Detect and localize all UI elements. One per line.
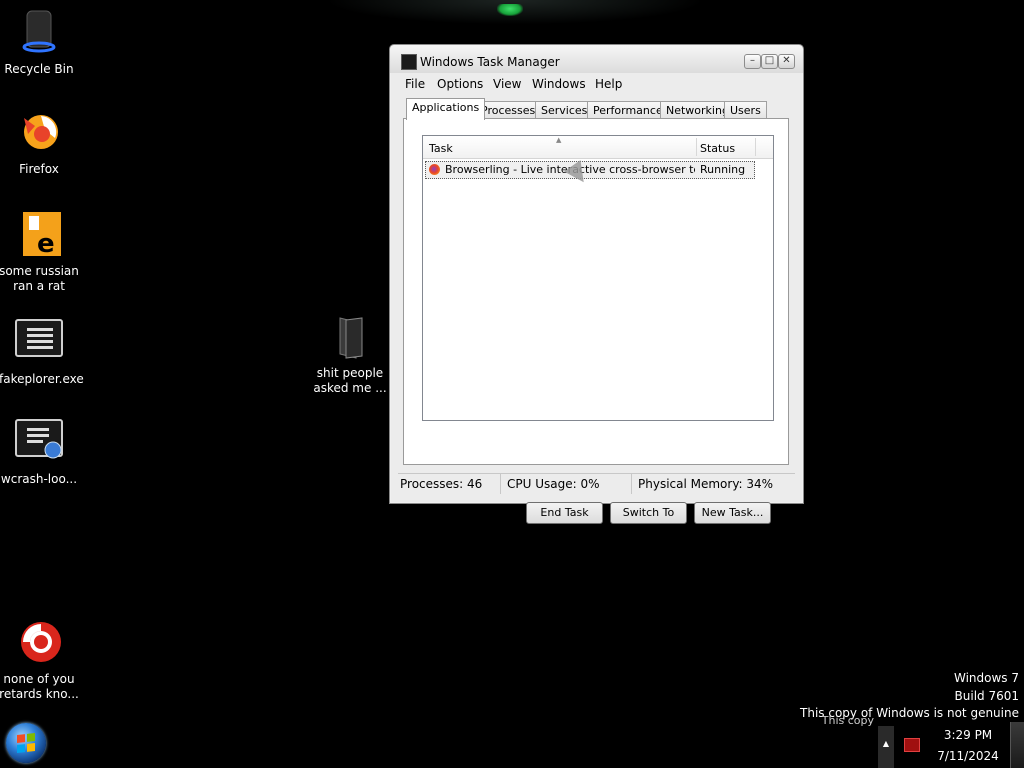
menu-view[interactable]: View xyxy=(493,77,521,91)
show-desktop-button[interactable] xyxy=(1010,722,1024,768)
tab-performance[interactable]: Performance xyxy=(587,101,669,119)
task-status: Running xyxy=(700,163,746,176)
desktop-icon-label: some russian ran a rat xyxy=(0,264,79,293)
clock-time: 3:29 PM xyxy=(943,728,993,742)
taskbar-clock[interactable]: 3:29 PM 7/11/2024 xyxy=(920,725,1016,767)
menu-bar: File Options View Windows Help xyxy=(398,75,795,95)
watermark-ghost: This copy xyxy=(821,714,874,727)
firefox-icon xyxy=(429,164,440,175)
menu-options[interactable]: Options xyxy=(437,77,483,91)
desktop-icon-fakeplorer[interactable]: fakeplorer.exe xyxy=(0,318,84,387)
switch-to-button[interactable]: Switch To xyxy=(610,502,687,524)
application-icon xyxy=(15,318,63,366)
watermark-build: Build 7601 xyxy=(954,689,1019,703)
folder-icon xyxy=(326,312,374,360)
desktop-icon-label: wcrash-loo... xyxy=(0,472,78,486)
desktop-icon-wcrash[interactable]: wcrash-loo... xyxy=(0,418,79,487)
watermark-os: Windows 7 xyxy=(953,671,1019,685)
tab-services[interactable]: Services xyxy=(535,101,594,119)
java-file-icon: e xyxy=(15,210,63,259)
green-led-glow xyxy=(497,4,523,16)
sort-arrow-icon: ▲ xyxy=(556,136,562,144)
desktop-icon-recycle-bin[interactable]: Recycle Bin xyxy=(0,8,79,77)
desktop-icon-label: Firefox xyxy=(19,162,59,176)
close-button[interactable]: ✕ xyxy=(778,54,795,69)
task-manager-window[interactable]: Windows Task Manager – □ ✕ File Options … xyxy=(389,44,804,524)
start-button[interactable] xyxy=(6,723,46,763)
windows-orb-icon xyxy=(17,733,35,753)
end-task-button[interactable]: End Task xyxy=(526,502,603,524)
task-manager-app-icon xyxy=(401,54,417,70)
recycle-bin-icon xyxy=(15,8,63,56)
minimize-button[interactable]: – xyxy=(744,54,761,69)
column-header-task[interactable]: Task xyxy=(429,142,453,155)
desktop-icon-firefox[interactable]: Firefox xyxy=(0,108,79,177)
menu-help[interactable]: Help xyxy=(595,77,622,91)
column-header-status[interactable]: Status xyxy=(700,142,735,155)
desktop-icon-label: fakeplorer.exe xyxy=(0,372,84,386)
maximize-button[interactable]: □ xyxy=(761,54,778,69)
desktop-icon-some-russian[interactable]: e some russian ran a rat xyxy=(0,210,79,294)
applications-panel: ▲ Task Status Browserling - Live interac… xyxy=(403,118,789,524)
menu-windows[interactable]: Windows xyxy=(532,77,586,91)
desktop-icon-none-of-you[interactable]: none of you retards kno... xyxy=(0,618,79,702)
chrome-like-icon xyxy=(15,618,63,666)
firefox-icon xyxy=(15,108,63,156)
column-separator[interactable] xyxy=(696,138,697,156)
title-bar[interactable]: Windows Task Manager – □ ✕ xyxy=(390,45,803,73)
application-globe-icon xyxy=(15,418,63,466)
status-bar: Processes: 46 CPU Usage: 0% Physical Mem… xyxy=(398,473,795,494)
new-task-button[interactable]: New Task... xyxy=(694,502,771,524)
tab-users[interactable]: Users xyxy=(724,101,767,119)
svg-text:e: e xyxy=(37,229,55,258)
desktop-icon-label: none of you retards kno... xyxy=(0,672,79,701)
menu-file[interactable]: File xyxy=(405,77,425,91)
desktop-top-glow xyxy=(330,0,700,24)
desktop-icon-label: shit people asked me ... xyxy=(313,366,387,395)
tab-applications[interactable]: Applications xyxy=(406,98,486,120)
clock-date: 7/11/2024 xyxy=(937,749,999,763)
cpu-usage: CPU Usage: 0% xyxy=(505,474,632,494)
task-list[interactable]: ▲ Task Status Browserling - Live interac… xyxy=(422,135,774,421)
processes-count: Processes: 46 xyxy=(398,474,501,494)
desktop-icon-folder[interactable]: shit people asked me ... xyxy=(310,312,390,396)
tray-app-icon[interactable] xyxy=(904,738,920,752)
window-title: Windows Task Manager xyxy=(420,55,560,69)
desktop-icon-label: Recycle Bin xyxy=(4,62,74,76)
column-separator[interactable] xyxy=(755,138,756,156)
list-header: ▲ Task Status xyxy=(423,136,773,159)
physical-memory: Physical Memory: 34% xyxy=(638,477,774,491)
tray-expand-icon[interactable]: ▲ xyxy=(878,726,894,768)
